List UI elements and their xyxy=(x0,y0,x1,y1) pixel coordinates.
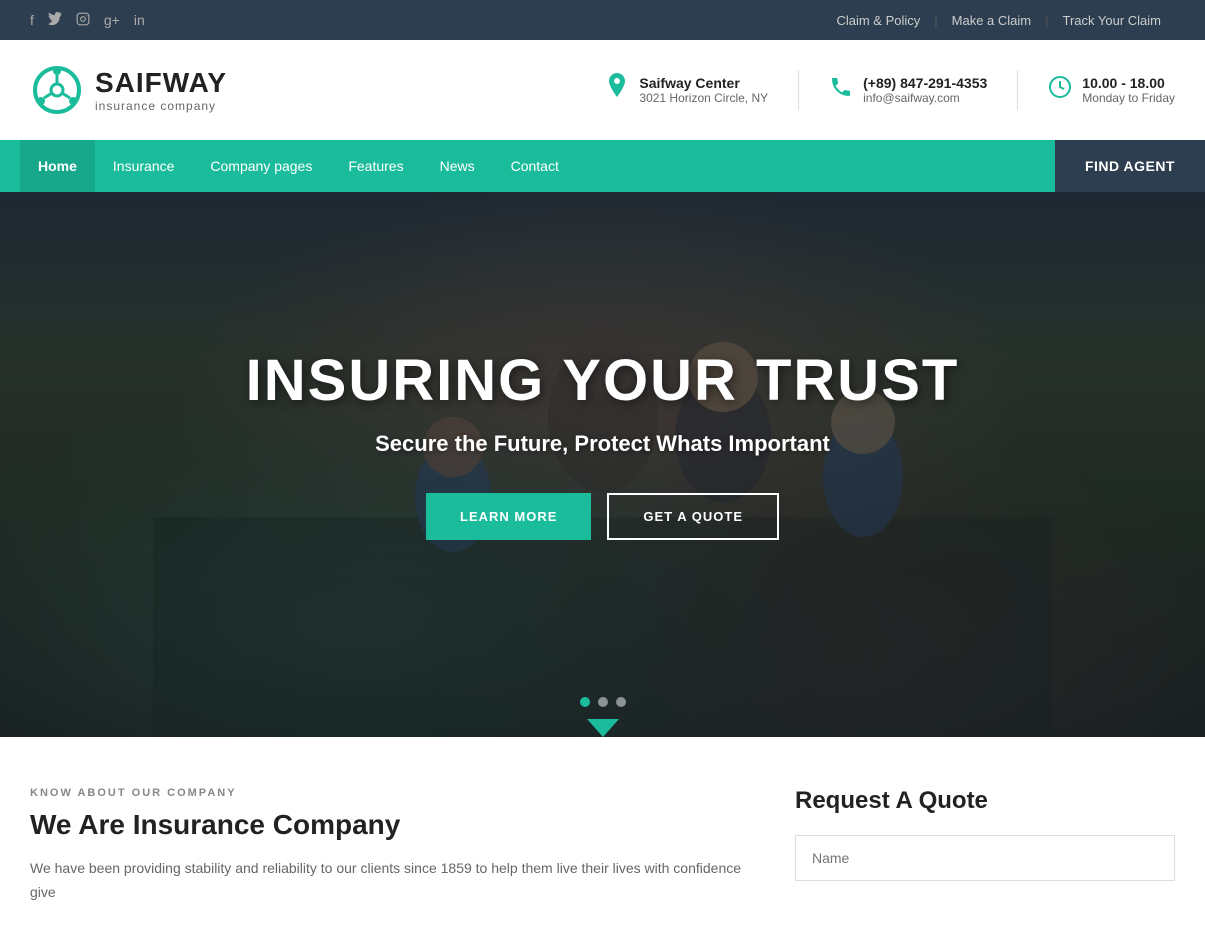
logo-name: SAIFWAY xyxy=(95,67,227,99)
hero-content: INSURING YOUR TRUST Secure the Future, P… xyxy=(0,192,1205,737)
phone-contact: (+89) 847-291-4353 info@saifway.com xyxy=(829,75,987,105)
navbar: Home Insurance Company pages Features Ne… xyxy=(0,140,1205,192)
company-section-title: We Are Insurance Company xyxy=(30,809,745,841)
hero-dot-3[interactable] xyxy=(616,697,626,707)
quote-form-title: Request A Quote xyxy=(795,787,1175,815)
logo-icon xyxy=(30,63,85,118)
header-divider-1 xyxy=(798,70,799,110)
company-section-body: We have been providing stability and rel… xyxy=(30,857,745,905)
address-detail: 3021 Horizon Circle, NY xyxy=(639,91,768,105)
top-links: Claim & Policy | Make a Claim | Track Yo… xyxy=(822,13,1175,28)
logo-text: SAIFWAY insurance company xyxy=(95,67,227,113)
googleplus-icon[interactable]: g+ xyxy=(104,12,120,28)
make-claim-link[interactable]: Make a Claim xyxy=(938,13,1045,28)
nav-home[interactable]: Home xyxy=(20,140,95,192)
header-divider-2 xyxy=(1017,70,1018,110)
hero-section: INSURING YOUR TRUST Secure the Future, P… xyxy=(0,192,1205,737)
logo-area: SAIFWAY insurance company xyxy=(30,63,227,118)
hero-arrow-down xyxy=(587,719,619,737)
nav-contact[interactable]: Contact xyxy=(493,140,577,192)
track-claim-link[interactable]: Track Your Claim xyxy=(1049,13,1176,28)
phone-email: info@saifway.com xyxy=(863,91,987,105)
address-text: Saifway Center 3021 Horizon Circle, NY xyxy=(639,75,768,105)
nav-company[interactable]: Company pages xyxy=(192,140,330,192)
phone-text: (+89) 847-291-4353 info@saifway.com xyxy=(863,75,987,105)
location-icon xyxy=(605,73,629,107)
hours-detail: Monday to Friday xyxy=(1082,91,1175,105)
hero-dot-1[interactable] xyxy=(580,697,590,707)
hours-text: 10.00 - 18.00 Monday to Friday xyxy=(1082,75,1175,105)
hero-subtitle: Secure the Future, Protect Whats Importa… xyxy=(375,431,830,457)
phone-number: (+89) 847-291-4353 xyxy=(863,75,987,91)
nav-items: Home Insurance Company pages Features Ne… xyxy=(0,140,1055,192)
learn-more-button[interactable]: LEARN MORE xyxy=(426,493,591,540)
quote-form: Request A Quote xyxy=(795,787,1175,905)
nav-insurance[interactable]: Insurance xyxy=(95,140,192,192)
facebook-icon[interactable]: f xyxy=(30,12,34,28)
logo-tagline: insurance company xyxy=(95,99,227,113)
hours-contact: 10.00 - 18.00 Monday to Friday xyxy=(1048,75,1175,105)
get-quote-button[interactable]: GET A QUOTE xyxy=(607,493,779,540)
clock-icon xyxy=(1048,75,1072,105)
hero-dot-2[interactable] xyxy=(598,697,608,707)
instagram-icon[interactable] xyxy=(76,12,90,29)
top-bar: f g+ in Claim & Policy | Make a Claim | … xyxy=(0,0,1205,40)
claim-policy-link[interactable]: Claim & Policy xyxy=(822,13,934,28)
phone-icon xyxy=(829,75,853,105)
header-contacts: Saifway Center 3021 Horizon Circle, NY (… xyxy=(605,70,1175,110)
nav-features[interactable]: Features xyxy=(330,140,421,192)
address-label: Saifway Center xyxy=(639,75,768,91)
find-agent-button[interactable]: FIND AGENT xyxy=(1055,140,1205,192)
twitter-icon[interactable] xyxy=(48,12,62,29)
hero-title: INSURING YOUR TRUST xyxy=(246,349,960,413)
header: SAIFWAY insurance company Saifway Center… xyxy=(0,40,1205,140)
address-contact: Saifway Center 3021 Horizon Circle, NY xyxy=(605,73,768,107)
quote-name-input[interactable] xyxy=(795,835,1175,881)
hero-buttons: LEARN MORE GET A QUOTE xyxy=(426,493,779,540)
below-hero-section: KNOW ABOUT OUR COMPANY We Are Insurance … xyxy=(0,737,1205,945)
company-section-tag: KNOW ABOUT OUR COMPANY xyxy=(30,787,745,799)
social-icons: f g+ in xyxy=(30,12,145,29)
nav-news[interactable]: News xyxy=(422,140,493,192)
linkedin-icon[interactable]: in xyxy=(134,12,145,28)
hours-label: 10.00 - 18.00 xyxy=(1082,75,1175,91)
company-info: KNOW ABOUT OUR COMPANY We Are Insurance … xyxy=(30,787,745,905)
hero-dots xyxy=(580,697,626,707)
